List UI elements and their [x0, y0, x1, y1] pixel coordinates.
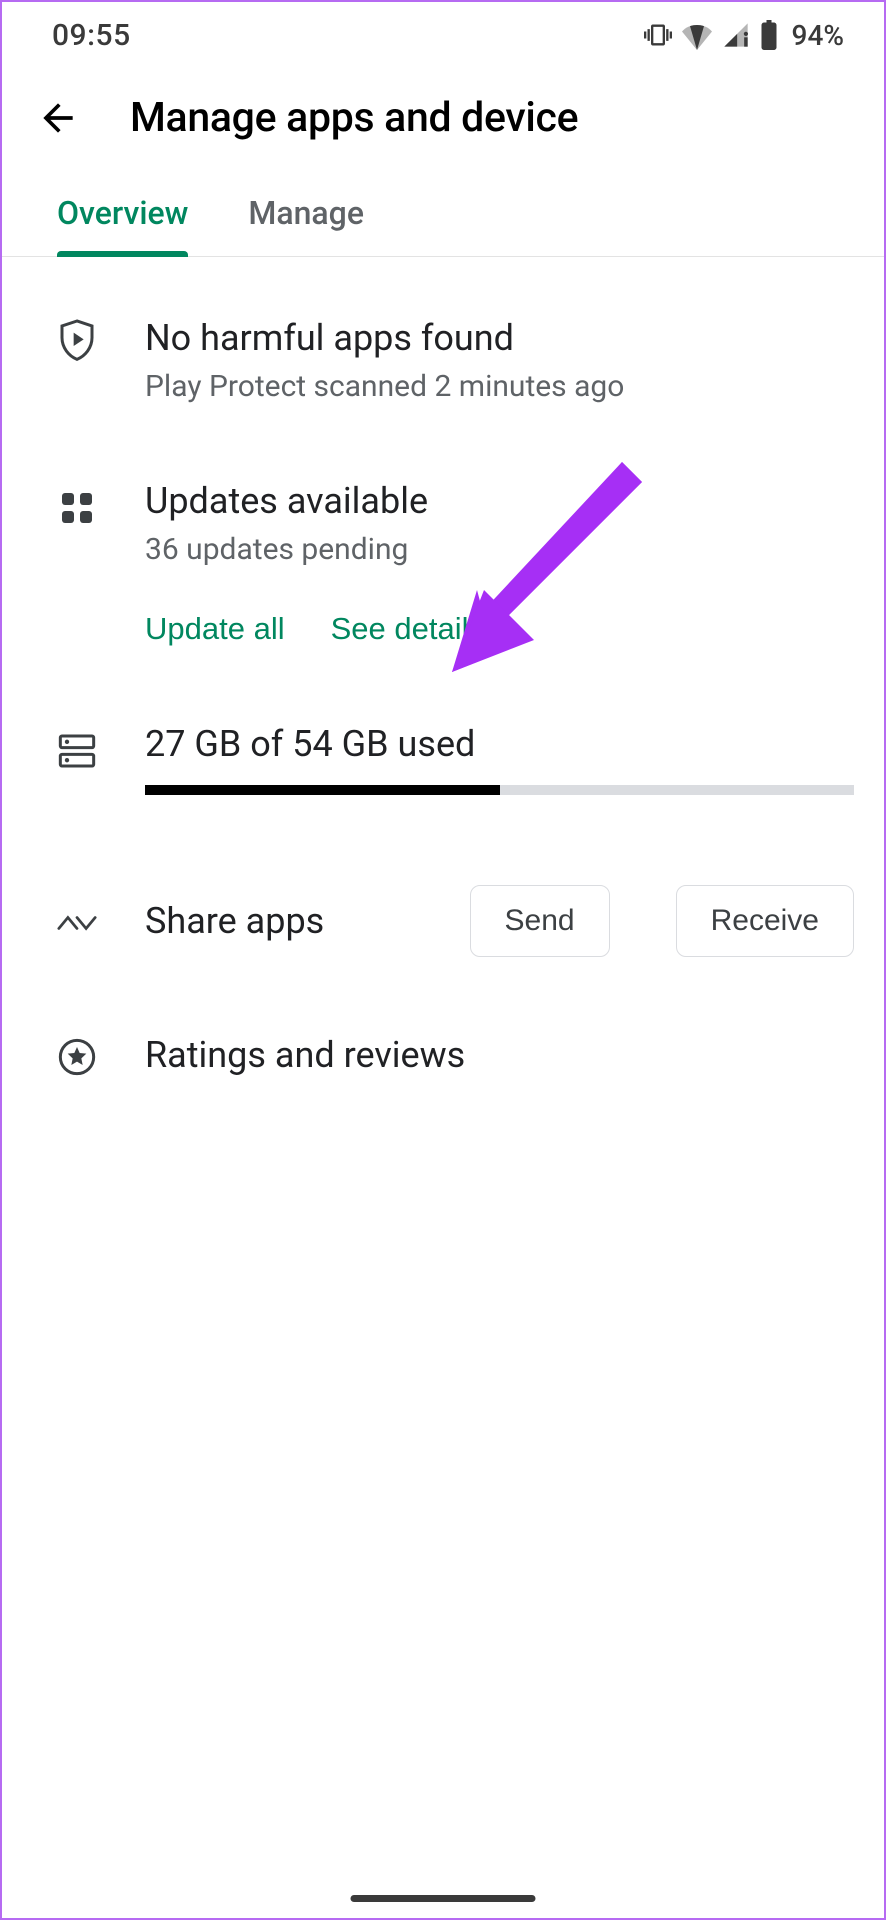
storage-section[interactable]: 27 GB of 54 GB used [57, 723, 854, 795]
storage-progress-fill [145, 785, 500, 795]
ratings-title: Ratings and reviews [145, 1034, 465, 1076]
apps-grid-icon [57, 488, 97, 528]
protect-subtitle: Play Protect scanned 2 minutes ago [145, 369, 854, 404]
shield-play-icon [57, 321, 97, 361]
see-details-button[interactable]: See details [331, 611, 484, 647]
updates-subtitle: 36 updates pending [145, 532, 854, 567]
ratings-reviews-section[interactable]: Ratings and reviews [57, 1033, 854, 1077]
battery-icon [760, 20, 778, 50]
tab-overview[interactable]: Overview [57, 194, 188, 256]
status-bar: 09:55 94% [2, 2, 884, 62]
wifi-icon [682, 20, 712, 50]
update-all-button[interactable]: Update all [145, 611, 285, 647]
tab-manage[interactable]: Manage [248, 194, 364, 256]
nearby-share-icon [57, 903, 97, 943]
page-title: Manage apps and device [130, 94, 578, 142]
content: No harmful apps found Play Protect scann… [2, 257, 884, 1077]
storage-label: 27 GB of 54 GB used [145, 723, 854, 765]
receive-button[interactable]: Receive [676, 885, 854, 957]
home-indicator[interactable] [351, 1895, 536, 1902]
send-button[interactable]: Send [470, 885, 610, 957]
updates-section: Updates available 36 updates pending Upd… [57, 480, 854, 647]
arrow-back-icon [36, 96, 80, 140]
app-header: Manage apps and device [2, 62, 884, 164]
updates-title: Updates available [145, 480, 854, 522]
play-protect-section[interactable]: No harmful apps found Play Protect scann… [57, 317, 854, 404]
storage-icon [57, 731, 97, 771]
tabs: Overview Manage [2, 164, 884, 257]
storage-progress [145, 785, 854, 795]
back-button[interactable] [32, 92, 84, 144]
battery-percent: 94% [792, 19, 844, 52]
protect-title: No harmful apps found [145, 317, 854, 359]
vibrate-icon [644, 21, 672, 49]
signal-icon [722, 21, 750, 49]
star-circle-icon [57, 1037, 97, 1077]
status-icons: 94% [644, 19, 844, 52]
status-time: 09:55 [52, 18, 131, 53]
share-apps-section: Share apps Send Receive [57, 885, 854, 957]
share-apps-title: Share apps [145, 900, 404, 942]
